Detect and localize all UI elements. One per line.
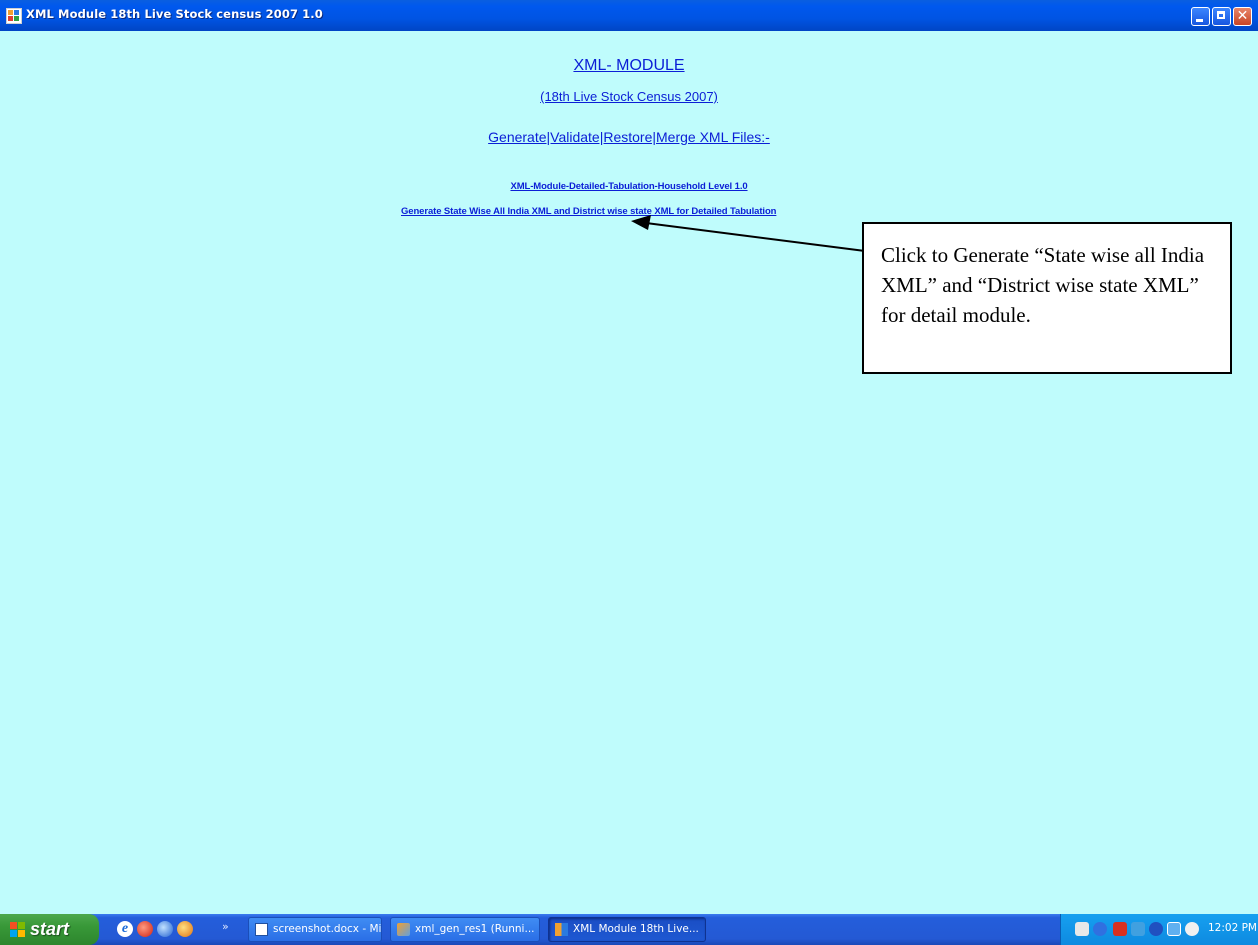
taskbar-item-label: screenshot.docx - Mi... xyxy=(273,923,382,935)
app-window-icon xyxy=(555,923,568,936)
display-icon[interactable] xyxy=(1131,922,1145,936)
close-button[interactable]: ✕ xyxy=(1233,7,1252,26)
window-title: XML Module 18th Live Stock census 2007 1… xyxy=(26,7,323,21)
browser-icon[interactable] xyxy=(157,921,173,937)
windows-logo-icon xyxy=(10,922,26,938)
restore-icon xyxy=(1217,11,1225,19)
messenger-icon[interactable] xyxy=(177,921,193,937)
minimize-button[interactable] xyxy=(1191,7,1210,26)
quick-launch-more-icon[interactable]: » xyxy=(222,920,229,933)
taskbar-item-word-document[interactable]: screenshot.docx - Mi... xyxy=(248,917,382,942)
window-title-bar[interactable]: XML Module 18th Live Stock census 2007 1… xyxy=(0,0,1258,31)
start-button[interactable]: start xyxy=(0,914,99,945)
system-tray: 12:02 PM xyxy=(1060,914,1258,945)
network-icon[interactable] xyxy=(1093,922,1107,936)
taskbar-item-xml-module[interactable]: XML Module 18th Live... xyxy=(548,917,706,942)
callout-box: Click to Generate “State wise all India … xyxy=(862,222,1232,374)
taskbar-item-label: XML Module 18th Live... xyxy=(573,923,699,935)
minimize-icon xyxy=(1196,19,1203,22)
volume-icon[interactable] xyxy=(1185,922,1199,936)
internet-explorer-icon[interactable]: e xyxy=(117,921,133,937)
restore-button[interactable] xyxy=(1212,7,1231,26)
main-content: XML- MODULE (18th Live Stock Census 2007… xyxy=(0,31,1258,914)
taskbar: start e » screenshot.docx - Mi... xml_ge… xyxy=(0,914,1258,945)
virtual-machine-icon xyxy=(397,923,410,936)
word-document-icon xyxy=(255,923,268,936)
monitor-icon[interactable] xyxy=(1167,922,1181,936)
audio-icon[interactable] xyxy=(1149,922,1163,936)
help-icon[interactable] xyxy=(1075,922,1089,936)
app-icon[interactable] xyxy=(6,8,22,24)
taskbar-item-virtual-machine[interactable]: xml_gen_res1 (Runni... xyxy=(390,917,540,942)
media-player-icon[interactable] xyxy=(137,921,153,937)
close-icon: ✕ xyxy=(1236,8,1249,24)
clock[interactable]: 12:02 PM xyxy=(1208,922,1257,934)
start-label: start xyxy=(30,919,70,939)
taskbar-item-label: xml_gen_res1 (Runni... xyxy=(415,923,535,935)
security-alert-icon[interactable] xyxy=(1113,922,1127,936)
